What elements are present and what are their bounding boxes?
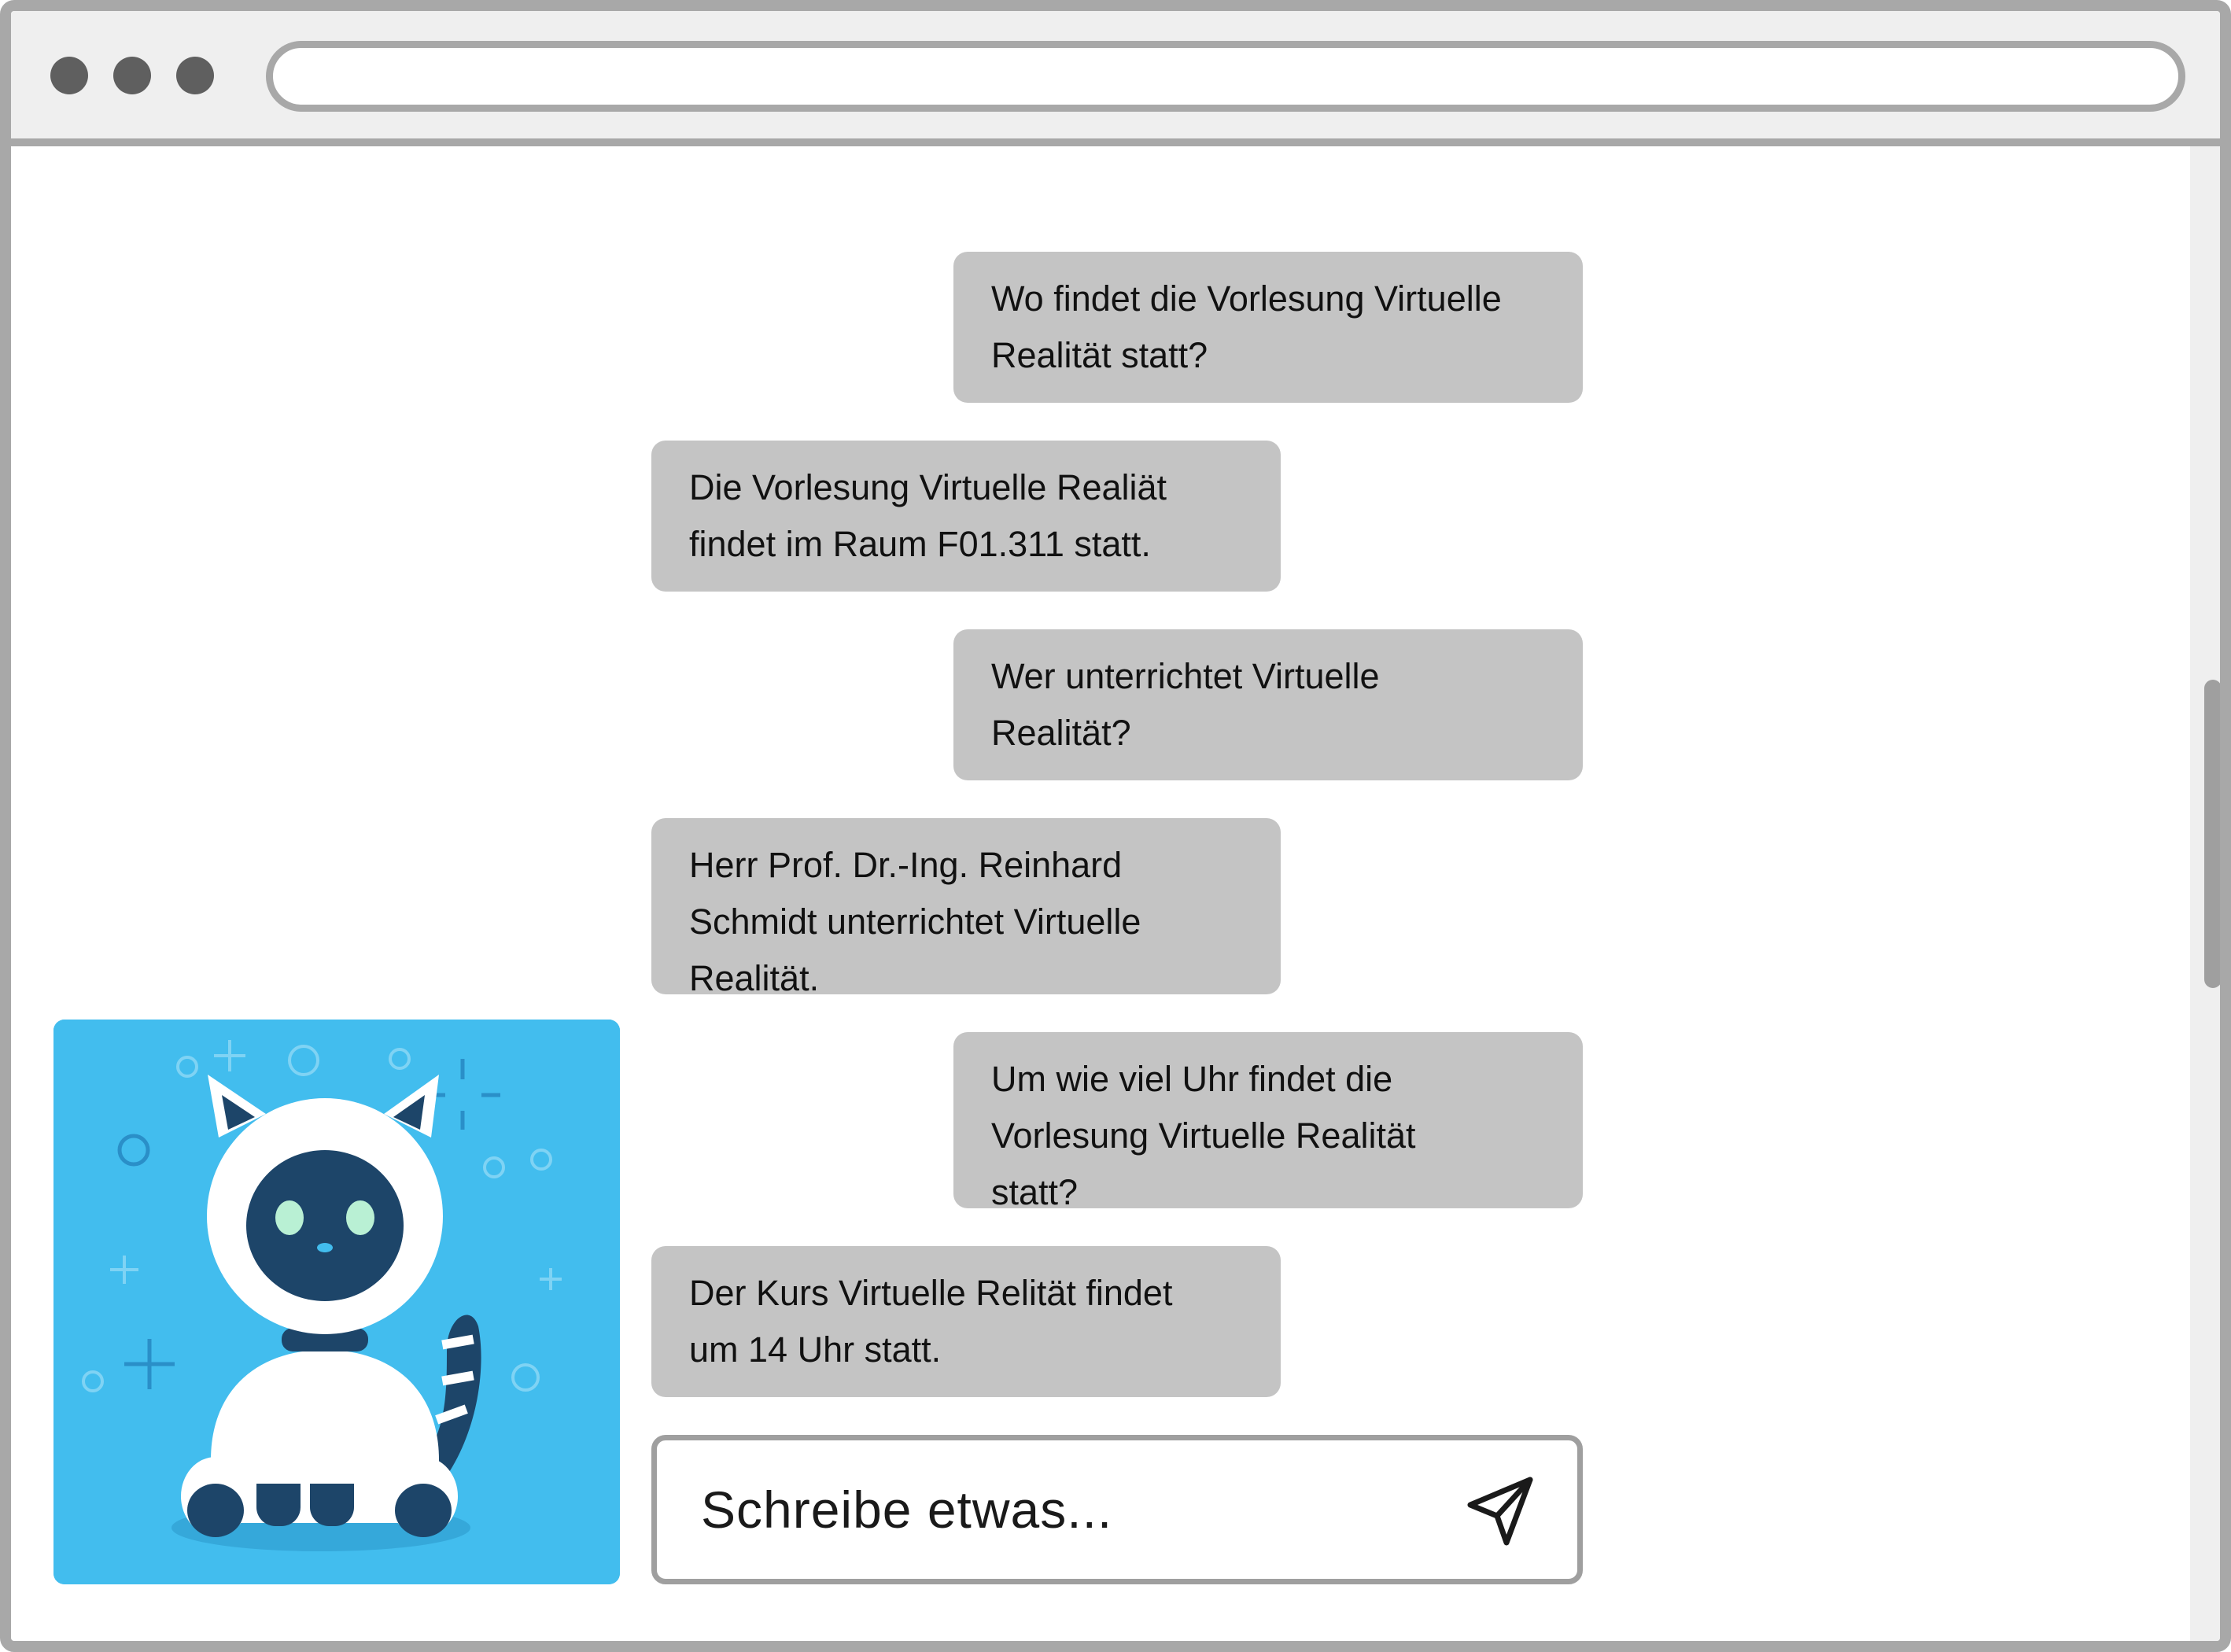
user-message: Wo findet die Vorlesung Virtuelle Realit… xyxy=(953,252,1583,403)
message-line: Herr Prof. Dr.-Ing. Reinhard xyxy=(689,845,1123,885)
browser-titlebar xyxy=(11,11,2220,146)
chatbot-avatar xyxy=(53,1020,620,1584)
bot-message: Der Kurs Virtuelle Relität findet um 14 … xyxy=(651,1246,1281,1397)
user-message: Wer unterrichtet Virtuelle Realität? xyxy=(953,629,1583,780)
window-close-button[interactable] xyxy=(50,57,88,94)
send-icon[interactable] xyxy=(1462,1473,1538,1549)
message-line: Wo findet die Vorlesung Virtuelle xyxy=(991,278,1502,319)
window-maximize-button[interactable] xyxy=(176,57,214,94)
message-line: Realität. xyxy=(689,958,820,998)
message-line: Der Kurs Virtuelle Relität findet xyxy=(689,1273,1173,1313)
message-line: Wer unterrichtet Virtuelle xyxy=(991,656,1380,696)
message-line: Realität statt? xyxy=(991,335,1208,375)
message-line: Realität? xyxy=(991,713,1131,753)
message-line: Schmidt unterrichtet Virtuelle xyxy=(689,902,1141,942)
message-input[interactable]: Schreibe etwas... xyxy=(651,1435,1583,1584)
user-message: Um wie viel Uhr findet die Vorlesung Vir… xyxy=(953,1032,1583,1212)
message-line: statt? xyxy=(991,1172,1079,1212)
message-line: Um wie viel Uhr findet die xyxy=(991,1059,1393,1099)
message-line: findet im Raum F01.311 statt. xyxy=(689,524,1151,564)
message-line: um 14 Uhr statt. xyxy=(689,1329,942,1370)
address-bar[interactable] xyxy=(266,41,2185,112)
message-line: Vorlesung Virtuelle Realität xyxy=(991,1115,1416,1156)
bot-message: Die Vorlesung Virtuelle Realiät findet i… xyxy=(651,441,1281,592)
window-minimize-button[interactable] xyxy=(113,57,151,94)
scrollbar-thumb[interactable] xyxy=(2204,680,2220,988)
bot-message: Herr Prof. Dr.-Ing. Reinhard Schmidt unt… xyxy=(651,818,1281,998)
message-line: Die Vorlesung Virtuelle Realiät xyxy=(689,467,1167,507)
browser-window: Wo findet die Vorlesung Virtuelle Realit… xyxy=(0,0,2231,1652)
robot-cat-icon xyxy=(53,1020,620,1584)
message-input-placeholder: Schreibe etwas... xyxy=(701,1481,1113,1539)
